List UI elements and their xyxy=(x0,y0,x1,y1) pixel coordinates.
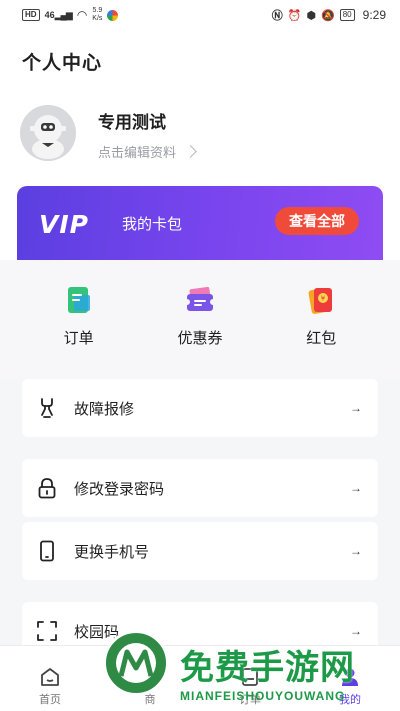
arrow-right-icon: → xyxy=(350,481,362,495)
phone-icon xyxy=(36,540,58,562)
quick-action-order[interactable]: 订单 xyxy=(29,260,129,378)
scan-icon xyxy=(36,620,58,642)
quick-action-label: 订单 xyxy=(63,330,94,347)
quick-action-coupon[interactable]: 优惠券 xyxy=(150,260,250,378)
quick-action-label: 红包 xyxy=(306,330,337,347)
page-title: 个人中心 xyxy=(22,53,103,74)
clock: 9:29 xyxy=(362,8,386,22)
menu-item-label: 故障报修 xyxy=(74,400,135,418)
watermark-subtitle: MIANFEISHOUYOUWANG xyxy=(180,689,346,703)
edit-profile-link[interactable]: 点击编辑资料 xyxy=(98,142,197,161)
home-icon xyxy=(41,668,59,686)
wifi-icon: ◠ xyxy=(76,8,88,22)
svg-text:¥: ¥ xyxy=(321,295,326,303)
quick-action-red-envelope[interactable]: ¥ 红包 xyxy=(271,260,371,378)
lock-icon xyxy=(36,477,58,499)
wrench-icon xyxy=(36,397,58,419)
arrow-right-icon: → xyxy=(350,624,362,638)
red-envelope-icon: ¥ xyxy=(306,285,336,315)
quick-action-label: 优惠券 xyxy=(177,330,223,347)
menu-item-change-phone[interactable]: 更换手机号 → xyxy=(22,522,378,580)
arrow-right-icon: → xyxy=(350,401,362,415)
vip-logo: VIP xyxy=(39,210,89,239)
quick-actions: 订单 优惠券 ¥ 红包 xyxy=(0,260,400,378)
watermark-m-icon xyxy=(118,649,154,677)
mute-icon: 🔕 xyxy=(321,9,335,22)
view-all-button[interactable]: 查看全部 xyxy=(275,207,359,235)
app-notification-icon xyxy=(107,9,119,21)
avatar[interactable] xyxy=(20,105,76,161)
tab-label: 首页 xyxy=(39,694,61,706)
menu-item-change-password[interactable]: 修改登录密码 → xyxy=(22,459,378,517)
watermark-logo xyxy=(103,630,169,696)
battery-indicator: 80 xyxy=(339,9,355,21)
order-icon xyxy=(64,285,94,315)
signal-icon: 46▂▄▆ xyxy=(44,9,73,20)
coupon-icon xyxy=(183,285,216,315)
watermark-title: 免费手游网 xyxy=(180,649,355,687)
menu-item-label: 修改登录密码 xyxy=(74,480,165,498)
edit-profile-label: 点击编辑资料 xyxy=(98,145,177,160)
status-bar: HD 46▂▄▆ ◠ 5.9 K/s Ⓝ ⏰ ⬢ 🔕 80 9:29 xyxy=(0,0,400,30)
alarm-icon: ⏰ xyxy=(287,9,302,22)
vip-card[interactable]: VIP 我的卡包 查看全部 xyxy=(17,186,383,260)
network-speed: 5.9 K/s xyxy=(92,7,103,22)
chevron-right-icon xyxy=(184,145,197,158)
user-name: 专用测试 xyxy=(98,113,166,132)
location-icon: ⬢ xyxy=(306,9,317,22)
robot-avatar-icon xyxy=(20,105,76,161)
tab-home[interactable]: 首页 xyxy=(0,646,100,711)
arrow-right-icon: → xyxy=(350,544,362,558)
menu-item-repair[interactable]: 故障报修 → xyxy=(22,379,378,437)
menu-item-label: 更换手机号 xyxy=(74,543,150,561)
vip-card-label: 我的卡包 xyxy=(122,216,183,233)
hd-badge: HD xyxy=(22,9,40,21)
nfc-icon: Ⓝ xyxy=(271,10,283,22)
